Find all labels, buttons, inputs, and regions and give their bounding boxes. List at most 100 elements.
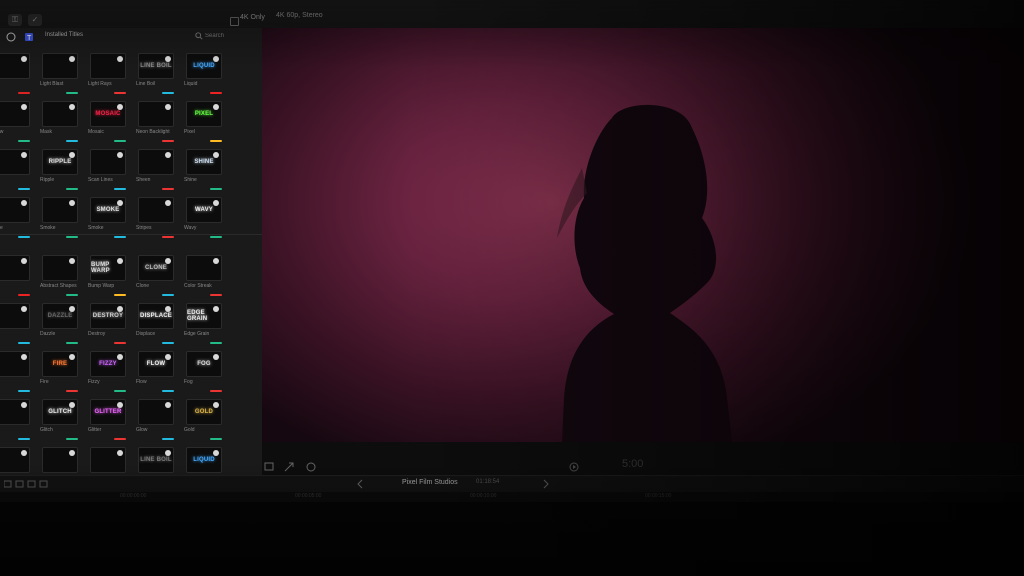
favorite-badge-icon[interactable]: [117, 152, 123, 158]
title-tile[interactable]: [0, 346, 34, 394]
speed-icon[interactable]: [306, 462, 318, 472]
favorite-badge-icon[interactable]: [69, 56, 75, 62]
check-icon[interactable]: ✓: [28, 14, 42, 26]
title-tile[interactable]: Light Blast: [34, 48, 82, 96]
favorite-badge-icon[interactable]: [117, 104, 123, 110]
transform-icon[interactable]: [284, 462, 296, 472]
title-tile[interactable]: Mask: [34, 96, 82, 144]
title-tile[interactable]: FIZZY Fizzy: [82, 346, 130, 394]
title-tile[interactable]: Glow: [0, 96, 34, 144]
title-tile[interactable]: DISPLACE Displace: [130, 298, 178, 346]
favorite-badge-icon[interactable]: [69, 200, 75, 206]
favorite-badge-icon[interactable]: [21, 354, 27, 360]
title-tile[interactable]: GOLD Gold: [178, 394, 226, 442]
favorite-badge-icon[interactable]: [21, 56, 27, 62]
favorite-badge-icon[interactable]: [213, 354, 219, 360]
browser-category-label[interactable]: Installed Titles: [45, 32, 83, 38]
favorite-badge-icon[interactable]: [69, 402, 75, 408]
favorite-badge-icon[interactable]: [165, 104, 171, 110]
favorite-badge-icon[interactable]: [69, 104, 75, 110]
title-tile[interactable]: Neon Backlight: [130, 96, 178, 144]
title-tile[interactable]: GLITCH Glitch: [34, 394, 82, 442]
favorite-badge-icon[interactable]: [213, 306, 219, 312]
title-tile[interactable]: Smoke: [34, 192, 82, 240]
title-tile[interactable]: SHINE Shine: [178, 144, 226, 192]
title-tile[interactable]: Glow: [130, 394, 178, 442]
crop-icon[interactable]: [264, 462, 276, 472]
title-tile[interactable]: WAVY Wavy: [178, 192, 226, 240]
favorite-badge-icon[interactable]: [117, 258, 123, 264]
title-tile[interactable]: CLONE Clone: [130, 250, 178, 298]
title-tile[interactable]: MOSAIC Mosaic: [82, 96, 130, 144]
title-tile[interactable]: [0, 144, 34, 192]
title-tile[interactable]: FLOW Flow: [130, 346, 178, 394]
title-tile[interactable]: Abstract Shapes: [34, 250, 82, 298]
favorite-badge-icon[interactable]: [21, 402, 27, 408]
title-tile[interactable]: [0, 250, 34, 298]
favorite-badge-icon[interactable]: [213, 402, 219, 408]
title-tile[interactable]: EDGE GRAIN Edge Grain: [178, 298, 226, 346]
favorite-badge-icon[interactable]: [117, 402, 123, 408]
favorite-badge-icon[interactable]: [165, 354, 171, 360]
favorite-badge-icon[interactable]: [213, 56, 219, 62]
title-tile[interactable]: Scan Lines: [82, 144, 130, 192]
key-icon[interactable]: ⚿: [8, 14, 22, 26]
favorite-badge-icon[interactable]: [21, 104, 27, 110]
favorite-badge-icon[interactable]: [117, 56, 123, 62]
title-tile[interactable]: [0, 298, 34, 346]
favorite-badge-icon[interactable]: [21, 450, 27, 456]
favorite-badge-icon[interactable]: [117, 354, 123, 360]
favorite-badge-icon[interactable]: [117, 200, 123, 206]
title-tile[interactable]: FIRE Fire: [34, 346, 82, 394]
favorite-badge-icon[interactable]: [213, 200, 219, 206]
favorite-badge-icon[interactable]: [69, 450, 75, 456]
title-tile[interactable]: Color Streak: [178, 250, 226, 298]
favorite-badge-icon[interactable]: [165, 200, 171, 206]
title-tile[interactable]: LINE BOIL Line Boil: [130, 48, 178, 96]
favorite-badge-icon[interactable]: [69, 306, 75, 312]
favorite-badge-icon[interactable]: [213, 152, 219, 158]
favorite-badge-icon[interactable]: [165, 56, 171, 62]
title-tile[interactable]: PIXEL Pixel: [178, 96, 226, 144]
title-tile[interactable]: Stripes: [130, 192, 178, 240]
timeline-tools-icon[interactable]: [4, 479, 64, 489]
favorite-badge-icon[interactable]: [213, 258, 219, 264]
title-tile[interactable]: SMOKE Smoke: [82, 192, 130, 240]
title-tile[interactable]: FOG Fog: [178, 346, 226, 394]
timeline-area[interactable]: [0, 502, 1024, 576]
play-icon[interactable]: [569, 462, 581, 472]
format-checkbox[interactable]: [230, 17, 239, 26]
title-tile[interactable]: [0, 394, 34, 442]
favorite-badge-icon[interactable]: [21, 258, 27, 264]
favorite-badge-icon[interactable]: [165, 152, 171, 158]
favorite-badge-icon[interactable]: [69, 152, 75, 158]
favorite-badge-icon[interactable]: [69, 354, 75, 360]
favorite-badge-icon[interactable]: [165, 306, 171, 312]
favorite-badge-icon[interactable]: [165, 258, 171, 264]
favorite-badge-icon[interactable]: [21, 152, 27, 158]
favorite-badge-icon[interactable]: [213, 450, 219, 456]
search-input[interactable]: [205, 31, 259, 41]
back-arrow-icon[interactable]: [356, 479, 364, 489]
title-tile[interactable]: DESTROY Destroy: [82, 298, 130, 346]
forward-arrow-icon[interactable]: [542, 479, 550, 489]
title-tile[interactable]: DAZZLE Dazzle: [34, 298, 82, 346]
title-tile[interactable]: BUMP WARP Bump Warp: [82, 250, 130, 298]
title-tile[interactable]: Sheen: [130, 144, 178, 192]
project-name[interactable]: Pixel Film Studios: [402, 479, 458, 486]
favorite-badge-icon[interactable]: [21, 306, 27, 312]
title-tile[interactable]: Slice: [0, 192, 34, 240]
title-tile[interactable]: [0, 48, 34, 96]
titles-icon[interactable]: T: [24, 32, 34, 42]
photos-icon[interactable]: [6, 32, 16, 42]
favorite-badge-icon[interactable]: [117, 306, 123, 312]
favorite-badge-icon[interactable]: [165, 402, 171, 408]
favorite-badge-icon[interactable]: [165, 450, 171, 456]
favorite-badge-icon[interactable]: [69, 258, 75, 264]
title-tile[interactable]: Light Rays: [82, 48, 130, 96]
favorite-badge-icon[interactable]: [117, 450, 123, 456]
title-tile[interactable]: GLITTER Glitter: [82, 394, 130, 442]
favorite-badge-icon[interactable]: [21, 200, 27, 206]
title-tile[interactable]: LIQUID Liquid: [178, 48, 226, 96]
favorite-badge-icon[interactable]: [213, 104, 219, 110]
